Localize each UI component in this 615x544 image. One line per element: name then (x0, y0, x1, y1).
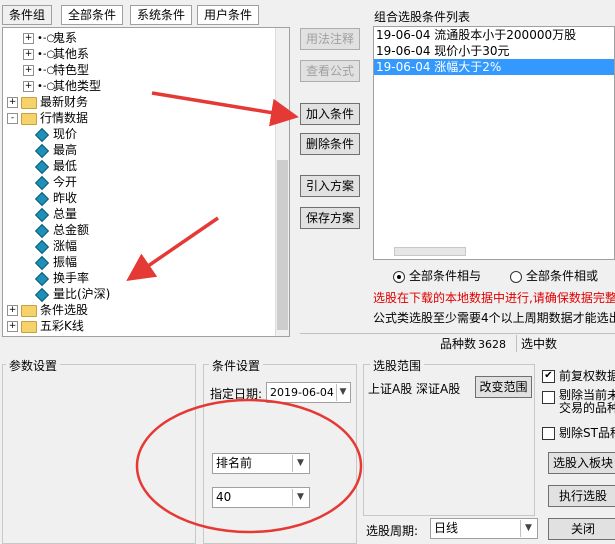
annotation-overlay (126, 91, 363, 534)
annotation-arrow-add (151, 91, 299, 127)
annotation-arrow-tree (126, 216, 219, 281)
annotation-ellipse (135, 398, 363, 534)
